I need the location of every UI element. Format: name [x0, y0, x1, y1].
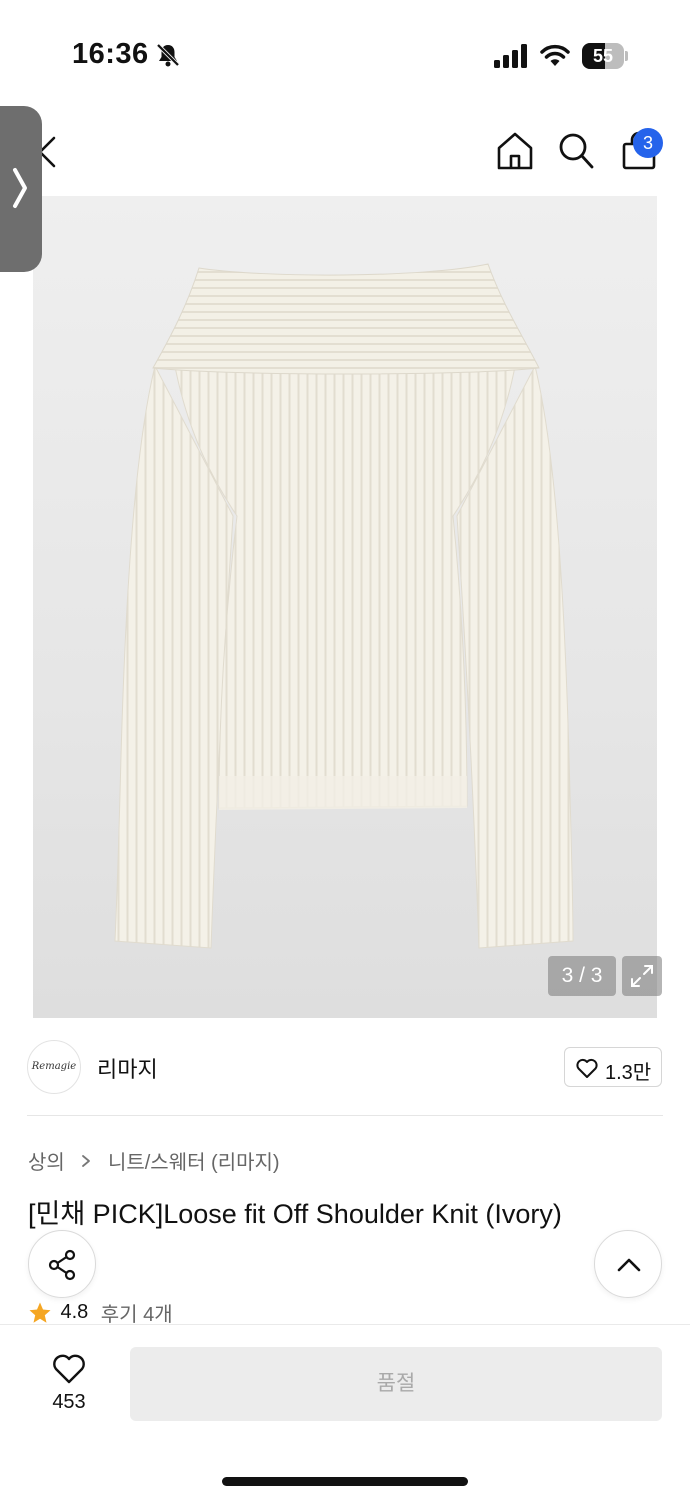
battery-level: 55 — [592, 46, 614, 66]
cellular-signal-icon — [494, 44, 527, 68]
divider — [27, 1115, 663, 1116]
chevron-right-icon — [82, 1154, 91, 1167]
home-icon[interactable] — [494, 130, 536, 172]
bell-slash-icon — [156, 43, 180, 67]
share-icon — [48, 1249, 76, 1281]
wishlist-button[interactable]: 453 — [38, 1349, 100, 1429]
home-indicator — [222, 1477, 468, 1486]
wifi-icon — [540, 44, 570, 66]
heart-outline-icon — [576, 1058, 598, 1078]
share-button[interactable] — [28, 1230, 96, 1298]
brand-like-count: 1.3만 — [605, 1062, 652, 1084]
status-bar: 16:36 55 — [0, 0, 690, 110]
image-counter: 3 / 3 — [548, 956, 616, 996]
product-title: [민채 PICK]Loose fit Off Shoulder Knit (Iv… — [28, 1199, 562, 1229]
review-link[interactable]: 후기 4개 — [101, 1298, 173, 1327]
bottom-action-bar: 453 품절 — [0, 1324, 690, 1500]
expand-icon — [631, 965, 653, 987]
sweater-illustration — [114, 263, 574, 949]
wishlist-count: 453 — [52, 1391, 86, 1413]
breadcrumb-item-category[interactable]: 상의 — [28, 1146, 65, 1175]
chevron-right-icon — [13, 168, 27, 208]
chevron-up-icon — [617, 1258, 641, 1272]
product-image[interactable] — [33, 196, 657, 1018]
cart-count-badge: 3 — [633, 128, 663, 158]
brand-like-button[interactable]: 1.3만 — [564, 1047, 662, 1087]
search-icon[interactable] — [556, 130, 596, 172]
brand-logo[interactable]: Remagie — [27, 1040, 81, 1094]
side-panel-handle[interactable] — [0, 106, 42, 272]
breadcrumb: 상의 니트/스웨터 (리마지) — [28, 1146, 280, 1175]
battery-indicator: 55 — [582, 43, 628, 69]
heart-outline-icon — [53, 1354, 85, 1384]
status-time: 16:36 — [72, 38, 149, 70]
scroll-to-top-button[interactable] — [594, 1230, 662, 1298]
star-icon — [29, 1302, 51, 1323]
expand-image-button[interactable] — [622, 956, 662, 996]
top-navigation — [0, 110, 690, 196]
brand-row[interactable]: Remagie 리마지 1.3만 — [0, 1018, 690, 1116]
soldout-button[interactable]: 품절 — [130, 1347, 662, 1421]
rating-value: 4.8 — [60, 1301, 89, 1323]
brand-name[interactable]: 리마지 — [97, 1052, 158, 1084]
breadcrumb-item-subcategory[interactable]: 니트/스웨터 (리마지) — [108, 1146, 280, 1175]
